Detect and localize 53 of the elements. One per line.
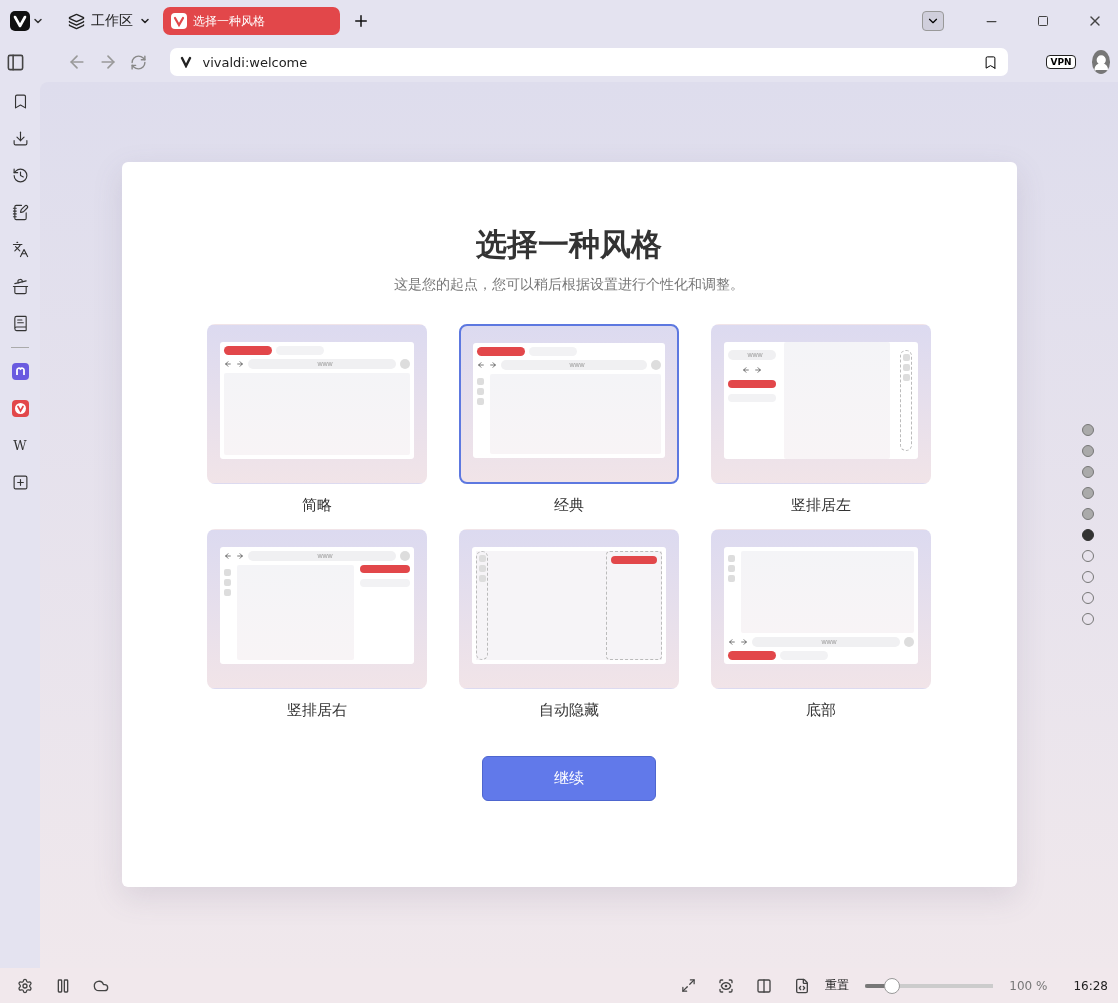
arrow-right-icon	[754, 366, 762, 374]
vivaldi-logo-icon	[10, 11, 30, 31]
active-tab-pill	[360, 565, 410, 573]
step-dot[interactable]	[1082, 466, 1094, 478]
tab-favicon-icon	[171, 13, 187, 29]
arrow-right-icon	[740, 638, 748, 646]
profile-dot	[651, 360, 661, 370]
layers-icon	[68, 12, 85, 30]
bookmark-icon[interactable]	[983, 54, 999, 70]
continue-button[interactable]: 继续	[482, 756, 656, 801]
active-tab-pill	[224, 346, 272, 355]
style-label: 经典	[554, 496, 584, 515]
arrow-left-icon	[728, 638, 736, 646]
active-tab-pill	[728, 651, 776, 660]
active-tab-pill	[477, 347, 525, 356]
arrow-right-icon	[236, 552, 244, 560]
profile-avatar[interactable]	[1091, 50, 1110, 74]
address-bar[interactable]: vivaldi:welcome	[170, 48, 1009, 76]
step-dot[interactable]	[1082, 445, 1094, 457]
profile-dot	[400, 359, 410, 369]
active-tab-pill	[728, 380, 776, 388]
step-dot[interactable]	[1082, 487, 1094, 499]
style-label: 底部	[806, 701, 836, 720]
arrow-left-icon	[224, 360, 232, 368]
wikipedia-panel-button[interactable]: W	[6, 432, 34, 459]
workspace-button[interactable]: 工作区	[62, 8, 157, 34]
arrow-left-icon	[742, 366, 750, 374]
site-logo-icon	[180, 56, 193, 68]
style-label: 自动隐藏	[539, 701, 599, 720]
profile-dot	[904, 637, 914, 647]
style-option-tile[interactable]	[459, 529, 679, 689]
arrow-left-icon	[224, 552, 232, 560]
welcome-title: 选择一种风格	[476, 225, 662, 264]
tab-menu-button[interactable]	[922, 11, 944, 31]
step-dot[interactable]	[1082, 529, 1094, 541]
style-label: 竖排居左	[791, 496, 851, 515]
address-field[interactable]: vivaldi:welcome	[200, 53, 976, 71]
zoom-reset-text[interactable]: 重置	[825, 977, 850, 994]
profile-dot	[400, 551, 410, 561]
zoom-reading: 100 %	[1009, 978, 1048, 993]
step-dot[interactable]	[1082, 424, 1094, 436]
welcome-subtitle: 这是您的起点，您可以稍后根据设置进行个性化和调整。	[394, 276, 744, 294]
arrow-left-icon	[477, 361, 485, 369]
arrow-right-icon	[236, 360, 244, 368]
clock-text: 16:28	[1073, 978, 1108, 993]
vpn-button[interactable]: VPN	[1046, 55, 1076, 69]
slider-thumb[interactable]	[883, 977, 900, 994]
browser-tab[interactable]: 选择一种风格	[163, 7, 340, 35]
active-tab-pill	[611, 556, 657, 564]
arrow-right-icon	[489, 361, 497, 369]
style-label: 简略	[302, 496, 332, 515]
step-dot[interactable]	[1082, 508, 1094, 520]
style-label: 竖排居右	[287, 701, 347, 720]
